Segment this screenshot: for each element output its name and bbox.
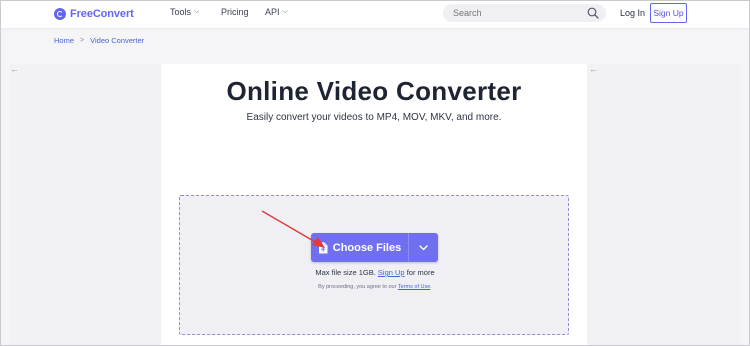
choose-source-dropdown[interactable] (409, 233, 438, 262)
chevron-down-icon: ⌵ (194, 8, 200, 15)
top-navbar: FreeConvert Tools ⌵ Pricing API ⌵ Log In… (0, 0, 750, 28)
nav-pricing[interactable]: Pricing (221, 7, 249, 17)
page-title: Online Video Converter (226, 76, 522, 106)
breadcrumb-current[interactable]: Video Converter (90, 36, 144, 45)
annotation-arrow-icon (261, 210, 325, 248)
signup-button[interactable]: Sign Up (650, 3, 687, 23)
logo-icon (54, 8, 66, 20)
converter-panel: Online Video Converter Easily convert yo… (161, 64, 587, 346)
signup-link[interactable]: Sign Up (378, 268, 405, 277)
nav-api-label: API (265, 7, 280, 17)
chevron-down-icon: ⌵ (282, 8, 288, 15)
nav-pricing-label: Pricing (221, 7, 249, 17)
nav-api[interactable]: API ⌵ (265, 7, 288, 17)
terms-of-use-link[interactable]: Terms of Use (398, 284, 430, 290)
chevron-down-icon (419, 244, 428, 250)
file-dropzone[interactable]: Choose Files Max file size 1GB. Sign Up … (179, 195, 569, 335)
terms-note: By proceeding, you agree to our Terms of… (180, 284, 570, 290)
back-arrow-icon[interactable]: ← (10, 64, 19, 74)
max-size-suffix: for more (406, 268, 435, 277)
terms-suffix: . (430, 284, 432, 290)
left-ad-panel (10, 64, 161, 346)
logo-text: FreeConvert (70, 8, 134, 20)
login-link[interactable]: Log In (620, 8, 645, 18)
breadcrumb: Home > Video Converter (54, 36, 144, 45)
search-icon[interactable] (587, 7, 599, 19)
logo[interactable]: FreeConvert (54, 6, 134, 22)
breadcrumb-home[interactable]: Home (54, 36, 74, 45)
terms-prefix: By proceeding, you agree to our (318, 284, 397, 290)
right-ad-panel (587, 64, 740, 346)
back-arrow-icon[interactable]: ← (589, 64, 598, 74)
max-size-text: Max file size 1GB. (315, 268, 376, 277)
search-input[interactable] (453, 8, 583, 18)
page-subtitle: Easily convert your videos to MP4, MOV, … (246, 112, 502, 123)
chevron-right-icon: > (80, 37, 85, 44)
search-box (443, 4, 606, 22)
choose-files-label: Choose Files (332, 241, 402, 254)
header-divider (0, 28, 750, 30)
nav-tools-label: Tools (170, 7, 192, 17)
nav-tools[interactable]: Tools ⌵ (170, 7, 199, 17)
max-file-size-note: Max file size 1GB. Sign Up for more (180, 268, 570, 277)
